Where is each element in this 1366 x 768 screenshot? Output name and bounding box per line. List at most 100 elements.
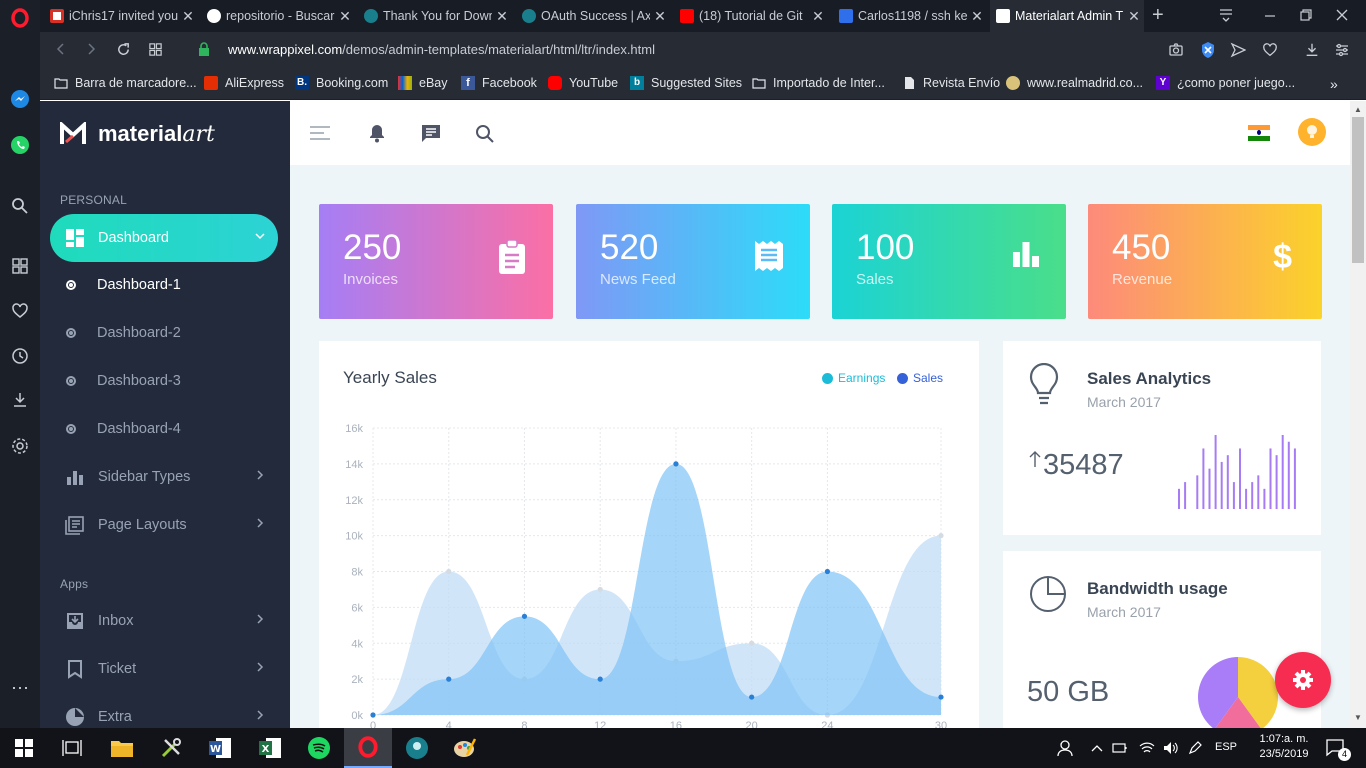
history-icon[interactable] — [8, 344, 32, 368]
sidebar-item-ticket[interactable]: Ticket — [50, 645, 278, 693]
easy-setup-icon[interactable] — [1334, 42, 1350, 58]
sidebar-item-page-layouts[interactable]: Page Layouts — [50, 501, 278, 549]
tab-gmail[interactable]: iChris17 invited you ✕ — [44, 0, 198, 32]
close-tab-icon[interactable]: ✕ — [492, 8, 512, 25]
bookmark-youtube[interactable]: YouTube — [548, 76, 618, 90]
spotify-icon[interactable] — [305, 734, 333, 762]
scroll-up-icon[interactable]: ▲ — [1354, 105, 1362, 114]
restore-icon[interactable] — [1298, 7, 1314, 23]
battery-icon[interactable] — [1110, 734, 1130, 762]
sidebar-sub-dashboard-2[interactable]: Dashboard-2 — [66, 318, 276, 348]
tab-bitbucket[interactable]: Carlos1198 / ssh ke ✕ — [833, 0, 987, 32]
close-tab-icon[interactable]: ✕ — [650, 8, 670, 25]
heart-icon[interactable] — [8, 299, 32, 323]
notification-bell-icon[interactable] — [367, 123, 387, 143]
show-hidden-icons-icon[interactable] — [1087, 734, 1107, 762]
snapshot-icon[interactable] — [1168, 42, 1184, 58]
reload-icon[interactable] — [116, 42, 131, 57]
sidebar-item-extra[interactable]: Extra — [50, 693, 278, 728]
user-avatar[interactable] — [1298, 118, 1326, 146]
bookmark-heart-icon[interactable] — [1262, 42, 1278, 58]
close-tab-icon[interactable]: ✕ — [1124, 8, 1144, 25]
india-flag-icon[interactable] — [1248, 125, 1270, 141]
scroll-down-icon[interactable]: ▼ — [1354, 713, 1362, 722]
task-view-icon[interactable] — [58, 734, 86, 762]
message-icon[interactable] — [420, 123, 442, 143]
forward-icon[interactable] — [84, 42, 98, 56]
bookmark-revista[interactable]: Revista Envío — [902, 76, 1000, 90]
file-explorer-icon[interactable] — [108, 734, 136, 762]
paint-icon[interactable] — [451, 734, 479, 762]
send-icon[interactable] — [1230, 42, 1246, 58]
bookmark-booking[interactable]: B. Booking.com — [295, 76, 388, 90]
sidebar-item-sidebar-types[interactable]: Sidebar Types — [50, 453, 278, 501]
close-tab-icon[interactable]: ✕ — [967, 8, 987, 25]
sidebar-item-inbox[interactable]: Inbox — [50, 597, 278, 645]
messenger-icon[interactable] — [8, 87, 32, 111]
page-scrollbar[interactable]: ▲ ▼ — [1350, 101, 1366, 728]
opera-logo-icon[interactable] — [8, 6, 32, 30]
bookmarks-overflow-icon[interactable]: » — [1330, 76, 1338, 92]
bookmark-facebook[interactable]: f Facebook — [461, 76, 537, 90]
search-icon[interactable] — [475, 124, 495, 144]
bookmark-yahoo[interactable]: Y ¿como poner juego... — [1156, 76, 1295, 90]
speed-dial-icon[interactable] — [8, 254, 32, 278]
tab-google[interactable]: repositorio - Buscar ✕ — [201, 0, 355, 32]
word-icon[interactable]: W — [206, 734, 234, 762]
whatsapp-icon[interactable] — [8, 133, 32, 157]
tabs-overview-icon[interactable] — [148, 42, 163, 57]
close-tab-icon[interactable]: ✕ — [178, 8, 198, 25]
sidebar-item-dashboard[interactable]: Dashboard — [50, 214, 278, 262]
gitkraken-icon[interactable] — [403, 734, 431, 762]
adblock-shield-icon[interactable] — [1200, 41, 1216, 59]
tab-menu-icon[interactable] — [1218, 7, 1234, 23]
bookmark-ebay[interactable]: eBay — [398, 76, 448, 90]
clock[interactable]: 1:07:a. m. 23/5/2019 — [1250, 732, 1318, 762]
bookmark-aliexpress[interactable]: AliExpress — [204, 76, 284, 90]
tab-youtube[interactable]: (18) Tutorial de Git ✕ — [674, 0, 828, 32]
bookmark-imported[interactable]: Importado de Inter... — [752, 76, 885, 90]
pen-icon[interactable] — [1184, 734, 1206, 762]
new-tab-icon[interactable]: + — [1152, 4, 1164, 27]
yearly-sales-chart[interactable]: 0k 2k 4k 6k 8k 10k 12k 14k 16k 0 4 8 12 16 20 24 30 — [319, 413, 979, 728]
bookmark-folder[interactable]: Barra de marcadore... — [54, 76, 197, 90]
sidebar-sub-dashboard-4[interactable]: Dashboard-4 — [66, 414, 276, 444]
back-icon[interactable] — [54, 42, 68, 56]
download-icon[interactable] — [1304, 42, 1320, 58]
more-icon[interactable]: ⋯ — [8, 676, 32, 700]
close-tab-icon[interactable]: ✕ — [335, 8, 355, 25]
menu-toggle-icon[interactable] — [310, 125, 330, 141]
excel-icon[interactable]: X — [256, 734, 284, 762]
settings-gear-icon[interactable] — [8, 434, 32, 458]
customizer-settings-button[interactable] — [1275, 652, 1331, 708]
close-window-icon[interactable] — [1334, 7, 1350, 23]
legend-earnings[interactable]: Earnings — [822, 371, 885, 385]
action-center-icon[interactable]: 4 — [1322, 734, 1351, 762]
stat-card-news-feed[interactable]: 520 News Feed — [576, 204, 810, 319]
people-icon[interactable] — [1052, 734, 1080, 762]
tab-thank-you[interactable]: Thank You for Down ✕ — [358, 0, 512, 32]
language-indicator[interactable]: ESP — [1215, 741, 1237, 753]
bookmark-realmadrid[interactable]: www.realmadrid.co... — [1006, 76, 1143, 90]
wifi-icon[interactable] — [1136, 734, 1158, 762]
windows-start-icon[interactable] — [10, 734, 38, 762]
stat-card-invoices[interactable]: 250 Invoices — [319, 204, 553, 319]
downloads-icon[interactable] — [8, 388, 32, 412]
bookmark-suggested-sites[interactable]: b Suggested Sites — [630, 76, 742, 90]
volume-icon[interactable] — [1160, 734, 1182, 762]
minimize-icon[interactable] — [1262, 7, 1278, 23]
sidebar-sub-dashboard-3[interactable]: Dashboard-3 — [66, 366, 276, 396]
close-tab-icon[interactable]: ✕ — [808, 8, 828, 25]
url-text[interactable]: www.wrappixel.com/demos/admin-templates/… — [228, 42, 655, 57]
app-logo[interactable]: material art — [60, 121, 215, 147]
legend-sales[interactable]: Sales — [897, 371, 943, 385]
opera-taskbar-button[interactable] — [344, 728, 392, 768]
tab-materialart[interactable]: Materialart Admin T ✕ — [990, 0, 1144, 32]
sidebar-sub-dashboard-1[interactable]: Dashboard-1 — [66, 270, 276, 300]
tab-oauth[interactable]: OAuth Success | Ax ✕ — [516, 0, 670, 32]
search-icon[interactable] — [8, 194, 32, 218]
stat-card-sales[interactable]: 100 Sales — [832, 204, 1066, 319]
stat-card-revenue[interactable]: 450 Revenue $ — [1088, 204, 1322, 319]
tools-app-icon[interactable] — [157, 734, 185, 762]
scrollbar-thumb[interactable] — [1352, 117, 1364, 263]
